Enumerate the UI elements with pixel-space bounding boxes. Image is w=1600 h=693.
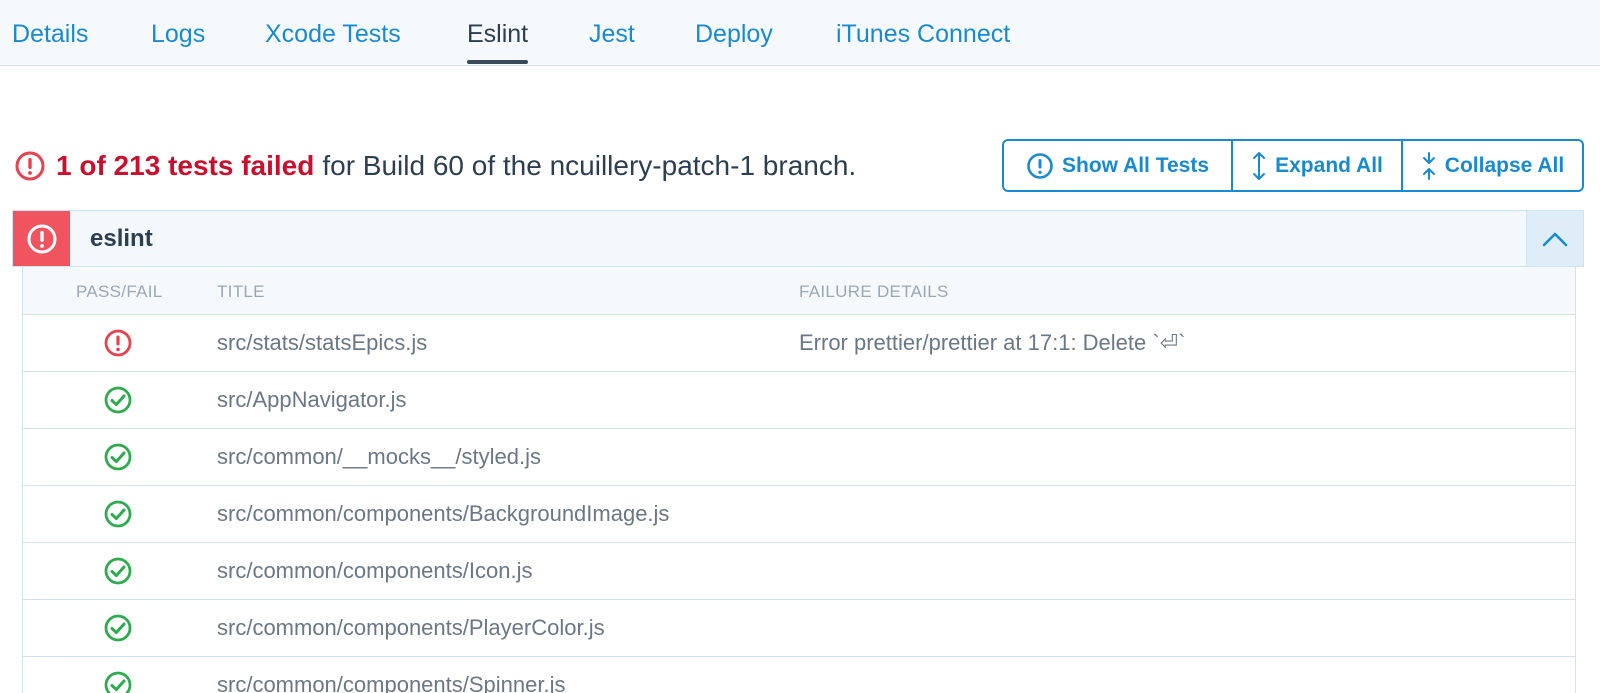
table-row: src/common/components/Icon.js [23,543,1575,600]
show-all-tests-button[interactable]: Show All Tests [1004,141,1231,190]
table-row: src/common/__mocks__/styled.js [23,429,1575,486]
suite-fail-badge [13,211,70,266]
tab-jest[interactable]: Jest [589,20,635,64]
pass-check-icon [103,556,133,586]
table-header: PASS/FAIL TITLE FAILURE DETAILS [23,267,1575,315]
pass-check-icon [103,385,133,415]
fail-status-icon [103,328,133,358]
test-title: src/stats/statsEpics.js [217,330,428,355]
expand-all-label: Expand All [1275,153,1383,177]
expand-arrows-icon [1253,151,1266,180]
alert-circle-icon [1027,152,1053,179]
table-row: src/common/components/Spinner.js [23,657,1575,693]
table-row: src/common/components/PlayerColor.js [23,600,1575,657]
pass-check-icon [103,499,133,529]
alert-circle-icon [15,151,45,181]
pass-check-icon [103,670,133,693]
tab-xcode-tests[interactable]: Xcode Tests [265,20,401,64]
tab-details[interactable]: Details [12,20,88,64]
table-row: src/common/components/BackgroundImage.js [23,486,1575,543]
pass-check-icon [103,613,133,643]
test-title: src/common/__mocks__/styled.js [217,444,541,469]
test-title: src/common/components/Spinner.js [217,672,566,693]
suite-header: eslint [12,210,1584,267]
pass-check-icon [103,442,133,472]
failed-count-text: 1 of 213 tests failed [56,150,315,181]
table-row: src/stats/statsEpics.js Error prettier/pr… [23,315,1575,372]
column-header-title: TITLE [217,282,265,301]
tab-itunes-connect[interactable]: iTunes Connect [836,20,1010,64]
build-info-text: for Build 60 of the ncuillery-patch-1 br… [322,150,857,181]
alert-circle-icon [27,224,56,253]
collapse-all-button[interactable]: Collapse All [1401,141,1582,190]
show-all-tests-label: Show All Tests [1061,153,1210,177]
collapse-arrows-icon [1422,151,1435,180]
test-view-controls: Show All Tests Expand All Collapse All [1002,139,1584,192]
table-body: src/stats/statsEpics.js Error prettier/pr… [23,315,1575,693]
test-title: src/common/components/PlayerColor.js [217,615,605,640]
tab-bar: Details Logs Xcode Tests Eslint Jest Dep… [0,0,1600,66]
suite-name: eslint [90,225,153,252]
collapse-all-label: Collapse All [1444,153,1565,177]
test-title: src/common/components/BackgroundImage.js [217,501,670,526]
results-table: PASS/FAIL TITLE FAILURE DETAILS src/stat… [22,267,1576,693]
column-header-failure-details: FAILURE DETAILS [799,282,949,301]
expand-all-button[interactable]: Expand All [1231,141,1401,190]
tab-eslint[interactable]: Eslint [467,20,529,64]
tab-logs[interactable]: Logs [151,20,205,64]
table-row: src/AppNavigator.js [23,372,1575,429]
chevron-up-icon [1542,232,1568,246]
test-title: src/AppNavigator.js [217,387,407,412]
column-header-pass-fail: PASS/FAIL [76,282,163,301]
test-summary: 1 of 213 tests failed for Build 60 of th… [14,146,856,186]
suite-collapse-toggle[interactable] [1526,211,1583,266]
tab-deploy[interactable]: Deploy [695,20,773,64]
test-title: src/common/components/Icon.js [217,558,533,583]
failure-details: Error prettier/prettier at 17:1: Delete … [799,330,1186,355]
